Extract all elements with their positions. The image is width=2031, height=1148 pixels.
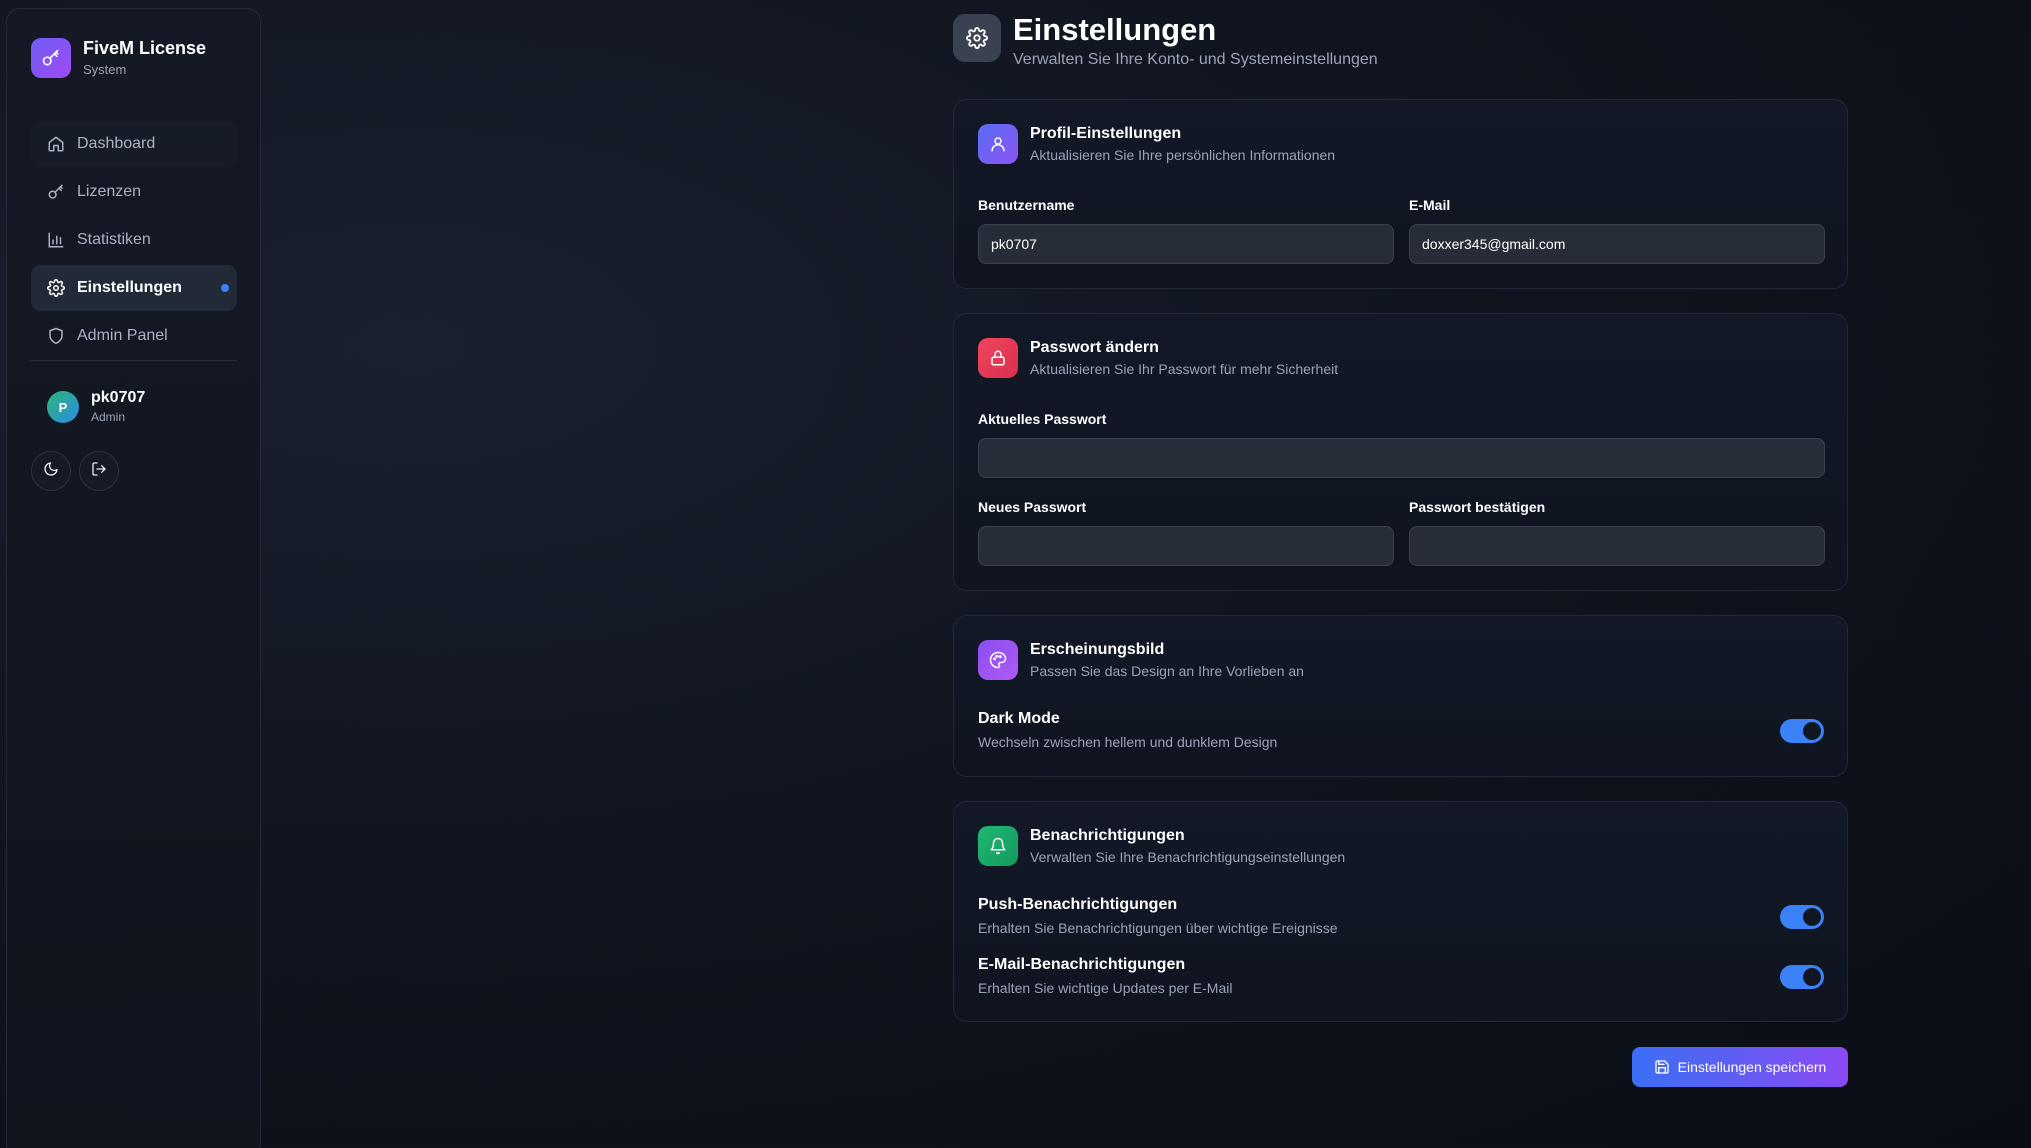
sidebar: FiveM License System Dashboard Lizenzen … [6, 8, 261, 1148]
current-password-label: Aktuelles Passwort [978, 411, 1107, 427]
sidebar-item-lizenzen[interactable]: Lizenzen [31, 169, 237, 215]
logout-icon [91, 461, 107, 482]
email-notifications-title: E-Mail-Benachrichtigungen [978, 956, 1186, 973]
email-notifications-toggle[interactable] [1780, 965, 1824, 989]
page-title: Einstellungen [1013, 12, 1217, 47]
shield-icon [47, 327, 65, 345]
gear-icon [47, 279, 65, 297]
page-subtitle: Verwalten Sie Ihre Konto- und Systemeins… [1013, 51, 1378, 68]
brand-title: FiveM License [83, 38, 207, 58]
lock-icon [978, 338, 1018, 378]
sidebar-item-statistiken[interactable]: Statistiken [31, 217, 237, 263]
logout-button[interactable] [79, 451, 119, 491]
gear-icon [953, 14, 1001, 62]
page-header: Einstellungen Verwalten Sie Ihre Konto- … [953, 12, 1378, 70]
toggle-knob [1803, 968, 1821, 986]
save-icon [1654, 1059, 1670, 1075]
brand: FiveM License System [31, 37, 206, 79]
toggle-knob [1803, 908, 1821, 926]
dark-mode-title: Dark Mode [978, 710, 1060, 727]
new-password-label: Neues Passwort [978, 499, 1087, 515]
card-subtitle: Aktualisieren Sie Ihre persönlichen Info… [1030, 147, 1336, 163]
appearance-card: Erscheinungsbild Passen Sie das Design a… [953, 615, 1848, 777]
sidebar-item-label: Einstellungen [77, 279, 182, 296]
email-input[interactable] [1409, 224, 1825, 264]
username-label: Benutzername [978, 197, 1075, 213]
sidebar-item-dashboard[interactable]: Dashboard [31, 121, 237, 167]
sidebar-item-label: Dashboard [77, 135, 156, 152]
password-card: Passwort ändern Aktualisieren Sie Ihr Pa… [953, 313, 1848, 591]
push-notifications-toggle[interactable] [1780, 905, 1824, 929]
save-button-label: Einstellungen speichern [1677, 1059, 1827, 1075]
card-title: Passwort ändern [1030, 339, 1159, 356]
card-subtitle: Passen Sie das Design an Ihre Vorlieben … [1030, 663, 1304, 679]
user-icon [978, 124, 1018, 164]
user-role: Admin [91, 410, 126, 424]
confirm-password-label: Passwort bestätigen [1409, 499, 1546, 515]
bar-chart-icon [47, 231, 65, 249]
email-notifications-description: Erhalten Sie wichtige Updates per E-Mail [978, 980, 1233, 996]
moon-icon [43, 461, 59, 482]
toggle-knob [1803, 722, 1821, 740]
avatar: P [47, 391, 79, 423]
sidebar-item-label: Lizenzen [77, 183, 142, 200]
user-profile[interactable]: P pk0707 Admin [47, 389, 145, 425]
dark-mode-description: Wechseln zwischen hellem und dunklem Des… [978, 734, 1278, 750]
active-indicator-dot [221, 284, 229, 292]
home-icon [47, 135, 65, 153]
key-icon [47, 183, 65, 201]
sidebar-item-label: Admin Panel [77, 327, 168, 344]
sidebar-item-label: Statistiken [77, 231, 151, 248]
brand-subtitle: System [83, 62, 127, 77]
card-subtitle: Aktualisieren Sie Ihr Passwort für mehr … [1030, 361, 1339, 377]
new-password-input[interactable] [978, 526, 1394, 566]
user-name: pk0707 [91, 389, 146, 406]
key-icon [31, 38, 71, 78]
theme-toggle-button[interactable] [31, 451, 71, 491]
email-label: E-Mail [1409, 197, 1451, 213]
sidebar-divider [31, 360, 237, 361]
sidebar-item-einstellungen[interactable]: Einstellungen [31, 265, 237, 311]
push-notifications-title: Push-Benachrichtigungen [978, 896, 1178, 913]
card-title: Profil-Einstellungen [1030, 125, 1182, 142]
palette-icon [978, 640, 1018, 680]
save-settings-button[interactable]: Einstellungen speichern [1632, 1047, 1848, 1087]
card-subtitle: Verwalten Sie Ihre Benachrichtigungseins… [1030, 849, 1346, 865]
username-input[interactable] [978, 224, 1394, 264]
sidebar-item-admin-panel[interactable]: Admin Panel [31, 313, 237, 359]
push-notifications-description: Erhalten Sie Benachrichtigungen über wic… [978, 920, 1338, 936]
notifications-card: Benachrichtigungen Verwalten Sie Ihre Be… [953, 801, 1848, 1022]
profile-settings-card: Profil-Einstellungen Aktualisieren Sie I… [953, 99, 1848, 289]
current-password-input[interactable] [978, 438, 1825, 478]
dark-mode-toggle[interactable] [1780, 719, 1824, 743]
bell-icon [978, 826, 1018, 866]
sidebar-nav: Dashboard Lizenzen Statistiken Einstellu… [31, 121, 237, 361]
confirm-password-input[interactable] [1409, 526, 1825, 566]
card-title: Benachrichtigungen [1030, 827, 1185, 844]
sidebar-actions [31, 451, 127, 491]
card-title: Erscheinungsbild [1030, 641, 1165, 658]
